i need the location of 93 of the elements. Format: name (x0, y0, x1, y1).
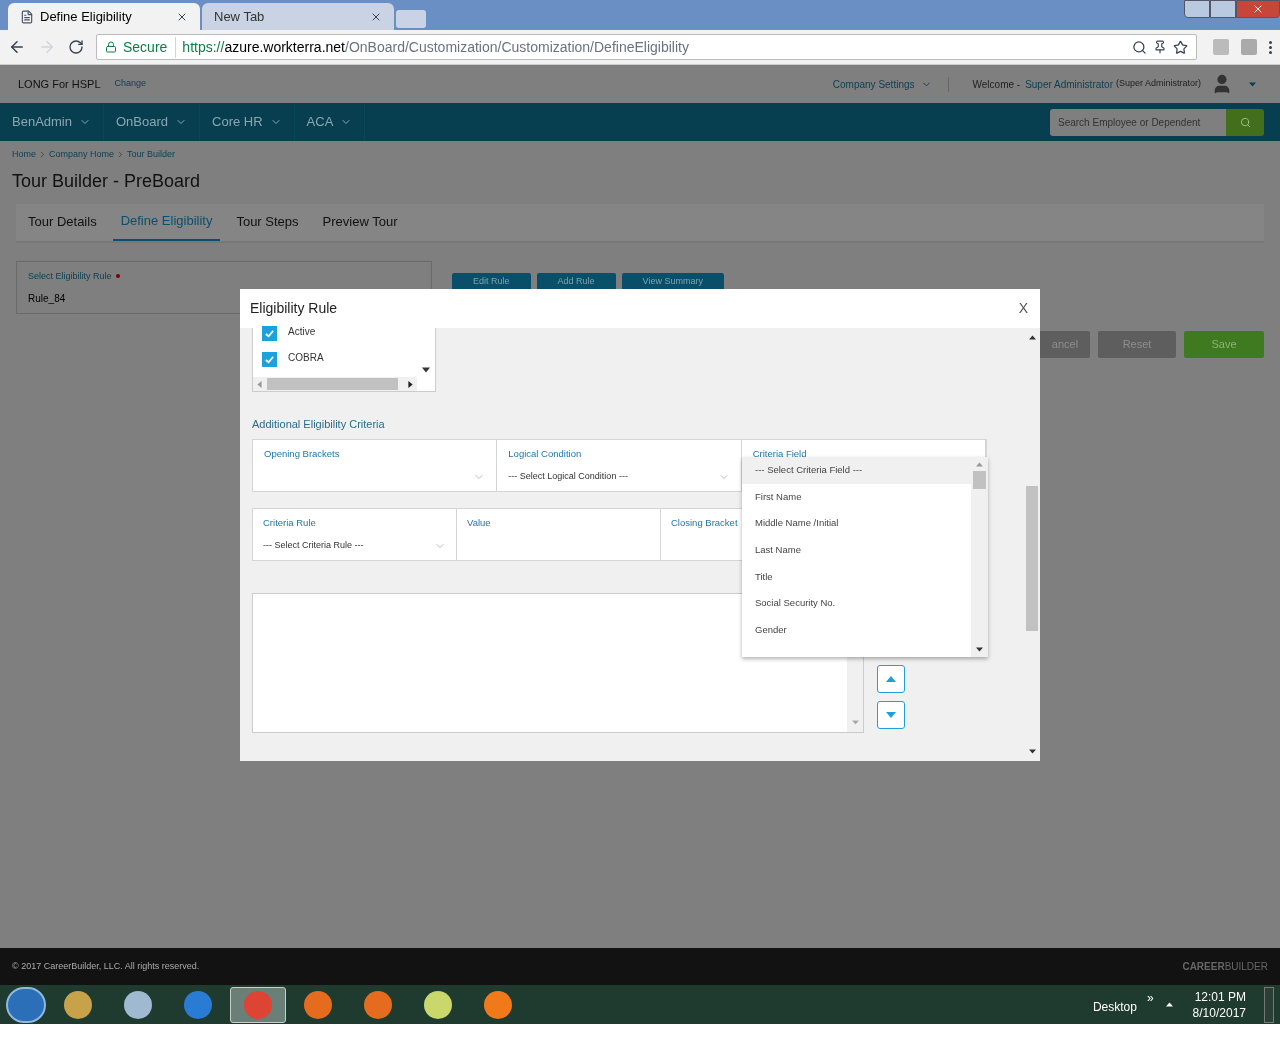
taskbar-app-icon[interactable] (230, 986, 286, 1023)
url-text: https://azure.workterra.net/OnBoard/Customization/Customization/DefineEligibility (182, 37, 690, 57)
company-settings-menu[interactable]: Company Settings (832, 76, 949, 92)
field-label: Closing Bracket (671, 515, 738, 530)
change-link[interactable]: Change (114, 77, 147, 91)
close-icon (1252, 3, 1264, 15)
select-field[interactable]: Criteria Rule --- Select Criteria Rule --- (253, 508, 457, 560)
close-button[interactable]: X (1018, 298, 1030, 319)
triangle-left-icon (256, 380, 263, 388)
menu-icon[interactable] (1269, 40, 1272, 54)
page-tab[interactable]: Preview Tour (314, 203, 406, 241)
secure-label: Secure (123, 36, 177, 58)
rule-button[interactable]: Add Rule (536, 272, 616, 290)
breadcrumb-link[interactable]: Tour Builder (127, 148, 176, 162)
checkmark-icon (264, 354, 275, 365)
search-icon[interactable] (1132, 39, 1147, 55)
chevron-right-icon (118, 151, 124, 159)
checkbox[interactable] (262, 352, 277, 367)
maximize-button[interactable] (1210, 0, 1236, 18)
page-tab[interactable]: Tour Steps (228, 203, 307, 241)
checkmark-icon (264, 328, 275, 339)
browser-tab[interactable]: Define Eligibility (8, 3, 200, 30)
triangle-down-icon (886, 709, 896, 720)
scrollbar-thumb[interactable] (973, 471, 986, 489)
start-button[interactable] (6, 986, 46, 1023)
reload-icon[interactable] (68, 39, 84, 55)
minimize-button[interactable] (1184, 0, 1210, 18)
scrollbar-thumb[interactable] (1026, 486, 1038, 631)
nav-menu[interactable]: BenAdmin (0, 103, 104, 141)
triangle-right-icon (407, 380, 414, 388)
chevron-label[interactable]: » (1146, 988, 1154, 1007)
show-desktop-button[interactable] (1264, 986, 1274, 1023)
triangle-up-icon (976, 461, 983, 468)
tab-title: New Tab (214, 7, 266, 26)
clock-date: 8/10/2017 (1192, 1004, 1246, 1021)
lock-icon (105, 41, 117, 53)
triangle-down-icon (1028, 748, 1036, 755)
breadcrumb-link[interactable]: Home (12, 148, 36, 162)
checkbox-label: COBRA (288, 351, 324, 365)
triangle-down-icon (976, 646, 983, 653)
brand-logo: CAREERBUILDER (1182, 960, 1268, 974)
move-down-button[interactable] (877, 700, 905, 729)
copyright-text: © 2017 CareerBuilder, LLC. All rights reserved. (12, 959, 201, 973)
search-icon (1239, 116, 1251, 128)
welcome-label: Welcome - (972, 77, 1021, 92)
tab-title: Define Eligibility (40, 7, 133, 26)
horizontal-scrollbar[interactable] (253, 377, 417, 391)
field-label: Value (467, 515, 491, 530)
field-label: Select Eligibility Rule (28, 269, 112, 283)
desktop-label[interactable]: Desktop (1092, 997, 1137, 1016)
search-button[interactable] (1226, 108, 1264, 136)
field-label: Criteria Rule (263, 515, 316, 530)
field-label: Opening Brackets (264, 446, 341, 461)
user-name: Super Administrator (1025, 77, 1113, 92)
page-title: Tour Builder - PreBoard (12, 169, 202, 193)
input-field[interactable]: Value (457, 508, 661, 560)
scrollbar-thumb[interactable] (267, 378, 398, 390)
back-icon[interactable] (8, 38, 26, 56)
checkbox-label: Active (288, 325, 316, 339)
select-field[interactable]: Logical Condition --- Select Logical Condition --- (497, 439, 742, 491)
search-field[interactable]: Search Employee or Dependent (1050, 108, 1226, 136)
browser-tab[interactable]: New Tab (202, 3, 394, 30)
page-tab[interactable]: Tour Details (20, 203, 105, 241)
pin-icon[interactable] (1153, 40, 1167, 54)
move-up-button[interactable] (877, 664, 905, 693)
address-bar[interactable]: Secure https://azure.workterra.net/OnBoard/Customization/Customization/DefineEligibility (96, 34, 1197, 60)
dropdown-scrollbar[interactable] (971, 457, 988, 657)
company-name: LONG For HSPL (18, 76, 101, 92)
nav-menu[interactable]: ACA (294, 103, 366, 141)
close-window-button[interactable] (1236, 0, 1280, 18)
field-label: Logical Condition (508, 446, 583, 461)
page-icon (20, 9, 34, 24)
dropdown-option[interactable]: --- Select Criteria Field --- (742, 457, 971, 484)
triangle-up-icon (1028, 334, 1036, 341)
rule-button[interactable]: View Summary (621, 272, 724, 290)
rule-button[interactable]: Edit Rule (452, 272, 531, 290)
field-value: --- Select Criteria Rule --- (263, 539, 365, 552)
triangle-up-icon (1165, 1001, 1173, 1008)
nav-menu[interactable]: OnBoard (104, 103, 201, 141)
field-value: Rule_84 (28, 292, 67, 306)
clock-time: 12:01 PM (1194, 988, 1246, 1005)
section-title: Additional Eligibility Criteria (252, 417, 386, 432)
user-role: (Super Administrator) (1115, 77, 1201, 91)
nav-menu[interactable]: Core HR (200, 103, 295, 141)
select-field[interactable]: Opening Brackets (253, 439, 498, 491)
checkbox[interactable] (262, 326, 277, 341)
field-value: --- Select Logical Condition --- (508, 470, 629, 483)
triangle-down-icon (422, 366, 430, 374)
star-icon[interactable] (1173, 39, 1188, 55)
breadcrumb-link[interactable]: Company Home (49, 148, 115, 162)
triangle-down-icon (851, 718, 859, 726)
triangle-down-icon (1249, 80, 1256, 88)
chevron-right-icon (40, 151, 45, 159)
